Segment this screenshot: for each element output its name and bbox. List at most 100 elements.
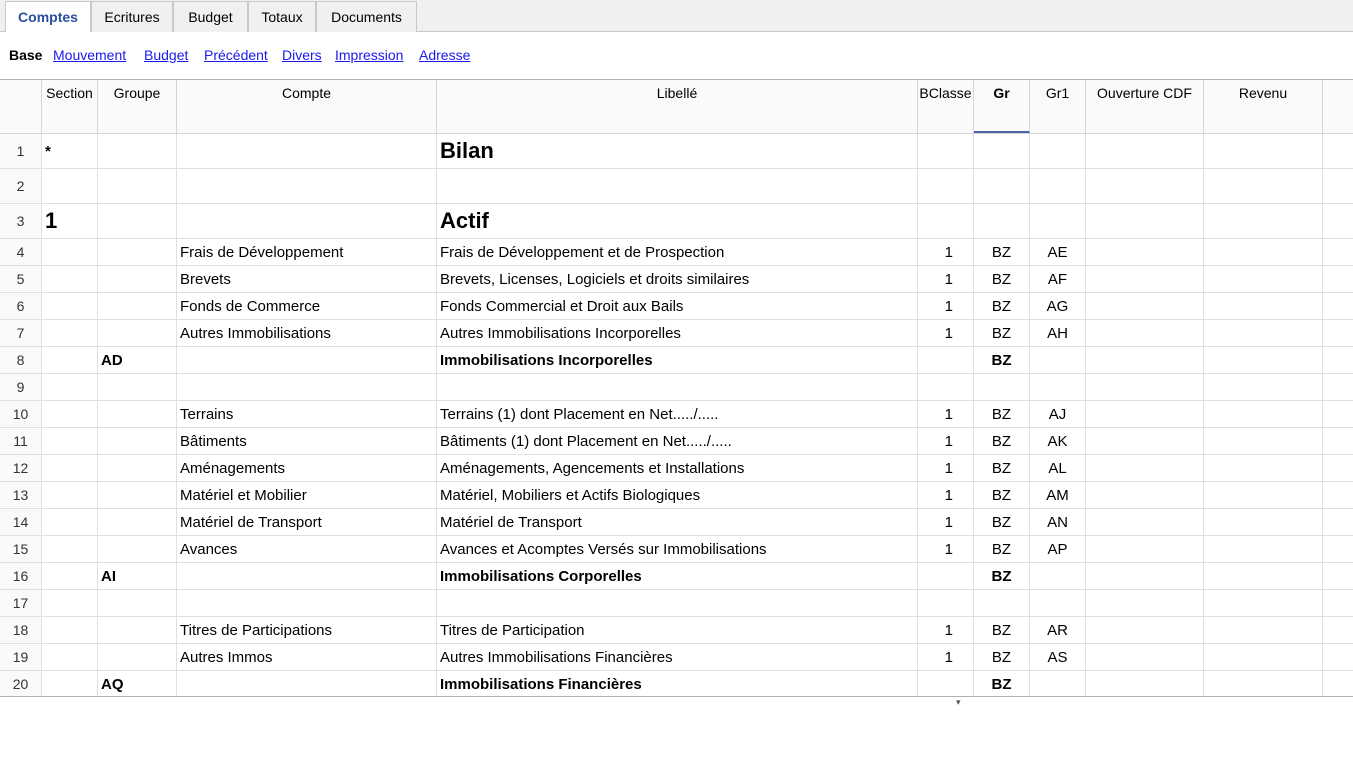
- extra-cell[interactable]: [1323, 401, 1353, 427]
- ouverture-cdf-cell[interactable]: [1086, 482, 1204, 508]
- gr-cell[interactable]: BZ: [974, 482, 1030, 508]
- extra-cell[interactable]: [1323, 563, 1353, 589]
- libelle-cell[interactable]: Matériel de Transport: [437, 509, 918, 535]
- ouverture-cdf-cell[interactable]: [1086, 320, 1204, 346]
- groupe-cell[interactable]: AI: [98, 563, 177, 589]
- ouverture-cdf-cell[interactable]: [1086, 671, 1204, 696]
- view-adresse[interactable]: Adresse: [419, 47, 470, 63]
- extra-cell[interactable]: [1323, 134, 1353, 168]
- gr-cell[interactable]: BZ: [974, 536, 1030, 562]
- table-row[interactable]: 14 Matériel de Transport Matériel de Trans…: [0, 509, 1353, 536]
- gr-cell[interactable]: BZ: [974, 671, 1030, 696]
- view-budget[interactable]: Budget: [144, 47, 188, 63]
- extra-cell[interactable]: [1323, 266, 1353, 292]
- section-cell[interactable]: [42, 239, 98, 265]
- gr1-cell[interactable]: AN: [1030, 509, 1086, 535]
- extra-cell[interactable]: [1323, 320, 1353, 346]
- groupe-cell[interactable]: [98, 239, 177, 265]
- groupe-cell[interactable]: [98, 134, 177, 168]
- gr1-cell[interactable]: [1030, 671, 1086, 696]
- ouverture-cdf-cell[interactable]: [1086, 509, 1204, 535]
- compte-cell[interactable]: [177, 563, 437, 589]
- section-cell[interactable]: [42, 590, 98, 616]
- header-next-column[interactable]: [1323, 80, 1353, 133]
- extra-cell[interactable]: [1323, 347, 1353, 373]
- compte-cell[interactable]: [177, 671, 437, 696]
- header-libelle[interactable]: Libellé: [437, 80, 918, 133]
- revenu-cell[interactable]: [1204, 482, 1323, 508]
- ouverture-cdf-cell[interactable]: [1086, 644, 1204, 670]
- table-row[interactable]: 19 Autres Immos Autres Immobilisations Fin…: [0, 644, 1353, 671]
- bclasse-cell[interactable]: 1: [918, 509, 974, 535]
- revenu-cell[interactable]: [1204, 204, 1323, 238]
- section-cell[interactable]: [42, 644, 98, 670]
- gr1-cell[interactable]: AG: [1030, 293, 1086, 319]
- compte-cell[interactable]: [177, 134, 437, 168]
- groupe-cell[interactable]: [98, 617, 177, 643]
- gr-cell[interactable]: [974, 374, 1030, 400]
- libelle-cell[interactable]: [437, 169, 918, 203]
- section-cell[interactable]: [42, 671, 98, 696]
- section-cell[interactable]: [42, 482, 98, 508]
- section-cell[interactable]: 1: [42, 204, 98, 238]
- gr-cell[interactable]: [974, 204, 1030, 238]
- gr1-cell[interactable]: [1030, 134, 1086, 168]
- tab-budget[interactable]: Budget: [173, 1, 248, 32]
- gr-cell[interactable]: BZ: [974, 428, 1030, 454]
- groupe-cell[interactable]: [98, 266, 177, 292]
- groupe-cell[interactable]: [98, 455, 177, 481]
- gr-cell[interactable]: [974, 169, 1030, 203]
- bclasse-cell[interactable]: 1: [918, 617, 974, 643]
- ouverture-cdf-cell[interactable]: [1086, 617, 1204, 643]
- gr-cell[interactable]: BZ: [974, 509, 1030, 535]
- table-row[interactable]: 10 Terrains Terrains (1) dont Placement en…: [0, 401, 1353, 428]
- header-section[interactable]: Section: [42, 80, 98, 133]
- compte-cell[interactable]: Fonds de Commerce: [177, 293, 437, 319]
- ouverture-cdf-cell[interactable]: [1086, 428, 1204, 454]
- compte-cell[interactable]: [177, 347, 437, 373]
- revenu-cell[interactable]: [1204, 590, 1323, 616]
- view-impression[interactable]: Impression: [335, 47, 403, 63]
- libelle-cell[interactable]: [437, 590, 918, 616]
- bclasse-cell[interactable]: 1: [918, 320, 974, 346]
- compte-cell[interactable]: Frais de Développement: [177, 239, 437, 265]
- groupe-cell[interactable]: [98, 536, 177, 562]
- compte-cell[interactable]: Matériel de Transport: [177, 509, 437, 535]
- section-cell[interactable]: [42, 401, 98, 427]
- gr-cell[interactable]: BZ: [974, 293, 1030, 319]
- bclasse-cell[interactable]: 1: [918, 266, 974, 292]
- compte-cell[interactable]: Matériel et Mobilier: [177, 482, 437, 508]
- bclasse-cell[interactable]: 1: [918, 644, 974, 670]
- compte-cell[interactable]: Brevets: [177, 266, 437, 292]
- extra-cell[interactable]: [1323, 455, 1353, 481]
- ouverture-cdf-cell[interactable]: [1086, 563, 1204, 589]
- compte-cell[interactable]: [177, 169, 437, 203]
- bclasse-cell[interactable]: [918, 374, 974, 400]
- table-row[interactable]: 7 Autres Immobilisations Autres Immobilisa…: [0, 320, 1353, 347]
- groupe-cell[interactable]: AQ: [98, 671, 177, 696]
- bclasse-cell[interactable]: 1: [918, 428, 974, 454]
- table-row[interactable]: 13 Matériel et Mobilier Matériel, Mobilier…: [0, 482, 1353, 509]
- libelle-cell[interactable]: Avances et Acomptes Versés sur Immobilis…: [437, 536, 918, 562]
- table-row[interactable]: 1 * Bilan: [0, 134, 1353, 169]
- gr1-cell[interactable]: AM: [1030, 482, 1086, 508]
- section-cell[interactable]: [42, 455, 98, 481]
- gr-cell[interactable]: [974, 134, 1030, 168]
- tab-comptes[interactable]: Comptes: [5, 1, 91, 33]
- revenu-cell[interactable]: [1204, 671, 1323, 696]
- gr1-cell[interactable]: AP: [1030, 536, 1086, 562]
- bclasse-cell[interactable]: 1: [918, 455, 974, 481]
- revenu-cell[interactable]: [1204, 134, 1323, 168]
- section-cell[interactable]: [42, 509, 98, 535]
- revenu-cell[interactable]: [1204, 320, 1323, 346]
- extra-cell[interactable]: [1323, 482, 1353, 508]
- extra-cell[interactable]: [1323, 509, 1353, 535]
- extra-cell[interactable]: [1323, 428, 1353, 454]
- ouverture-cdf-cell[interactable]: [1086, 169, 1204, 203]
- libelle-cell[interactable]: Aménagements, Agencements et Installatio…: [437, 455, 918, 481]
- revenu-cell[interactable]: [1204, 239, 1323, 265]
- gr-cell[interactable]: BZ: [974, 644, 1030, 670]
- ouverture-cdf-cell[interactable]: [1086, 293, 1204, 319]
- groupe-cell[interactable]: [98, 590, 177, 616]
- view-divers[interactable]: Divers: [282, 47, 322, 63]
